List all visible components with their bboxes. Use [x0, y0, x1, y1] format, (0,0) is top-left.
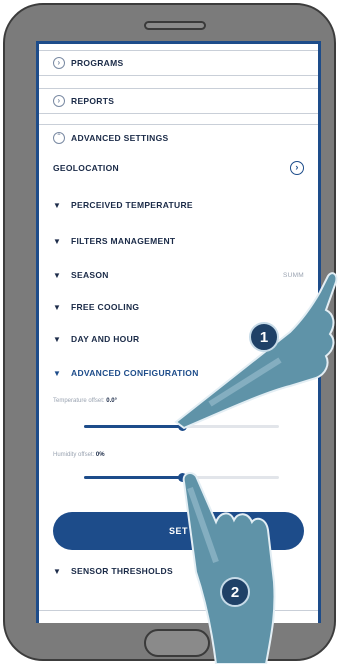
- setting-label: SEASON: [71, 270, 109, 280]
- home-button[interactable]: [144, 629, 210, 657]
- setting-label: FREE COOLING: [71, 302, 140, 312]
- humidity-offset-slider[interactable]: [84, 473, 279, 482]
- menu-item-programs[interactable]: › PROGRAMS: [39, 50, 318, 76]
- circle-chevron-icon: ›: [53, 95, 65, 107]
- temperature-offset-label: Temperature offset: 0.0°: [53, 398, 117, 404]
- chevron-down-icon: ▼: [53, 302, 62, 312]
- setting-filters-management[interactable]: ▼ FILTERS MANAGEMENT: [39, 230, 318, 252]
- slider-value: 0%: [95, 452, 105, 458]
- season-value: SUMM: [282, 271, 304, 279]
- setting-label: ADVANCED CONFIGURATION: [71, 368, 199, 378]
- setting-geolocation[interactable]: GEOLOCATION ›: [39, 156, 318, 180]
- slider-value: 0.0°: [106, 398, 118, 404]
- callout-badge-2: 2: [220, 577, 250, 607]
- menu-label: REPORTS: [71, 96, 115, 106]
- setting-advanced-configuration[interactable]: ▼ ADVANCED CONFIGURATION: [39, 362, 318, 384]
- temperature-offset-slider[interactable]: [84, 422, 279, 431]
- setting-perceived-temperature[interactable]: ▼ PERCEIVED TEMPERATURE: [39, 194, 318, 216]
- setting-label: PERCEIVED TEMPERATURE: [71, 200, 193, 210]
- chevron-down-icon: ▼: [53, 368, 62, 378]
- chevron-down-icon: ▼: [53, 334, 62, 344]
- setting-label: FILTERS MANAGEMENT: [71, 236, 176, 246]
- setting-sensor-thresholds[interactable]: ▼ SENSOR THRESHOLDS: [39, 560, 318, 582]
- chevron-down-icon: ▼: [53, 566, 62, 576]
- menu-item-advanced-settings[interactable]: ˆ ADVANCED SETTINGS: [39, 124, 318, 150]
- setting-label: SENSOR THRESHOLDS: [71, 566, 173, 576]
- setting-free-cooling[interactable]: ▼ FREE COOLING: [39, 296, 318, 318]
- slider-handle[interactable]: [177, 473, 187, 482]
- chevron-down-icon: ▼: [53, 270, 62, 280]
- slider-fill: [84, 425, 182, 428]
- slider-label: Temperature offset:: [53, 398, 105, 404]
- menu-label: PROGRAMS: [71, 58, 124, 68]
- callout-badge-1: 1: [249, 322, 279, 352]
- chevron-right-circle-icon[interactable]: ›: [290, 161, 304, 175]
- circle-chevron-icon: ›: [53, 57, 65, 69]
- phone-frame: › PROGRAMS › REPORTS ˆ ADVANCED SETTINGS…: [3, 3, 336, 661]
- next-section-edge: [39, 610, 318, 623]
- slider-fill: [84, 476, 182, 479]
- menu-item-reports[interactable]: › REPORTS: [39, 88, 318, 114]
- chevron-down-icon: ▼: [53, 236, 62, 246]
- circle-chevron-up-icon: ˆ: [53, 131, 65, 144]
- phone-speaker: [144, 21, 206, 30]
- menu-label: ADVANCED SETTINGS: [71, 132, 169, 143]
- set-button[interactable]: SET: [53, 512, 304, 550]
- setting-label: GEOLOCATION: [53, 163, 119, 173]
- setting-season[interactable]: ▼ SEASON SUMM: [39, 264, 318, 286]
- setting-label: DAY AND HOUR: [71, 334, 140, 344]
- slider-label: Humidity offset:: [53, 452, 95, 458]
- humidity-offset-label: Humidity offset: 0%: [53, 452, 105, 458]
- slider-handle[interactable]: [177, 422, 187, 431]
- chevron-down-icon: ▼: [53, 200, 62, 210]
